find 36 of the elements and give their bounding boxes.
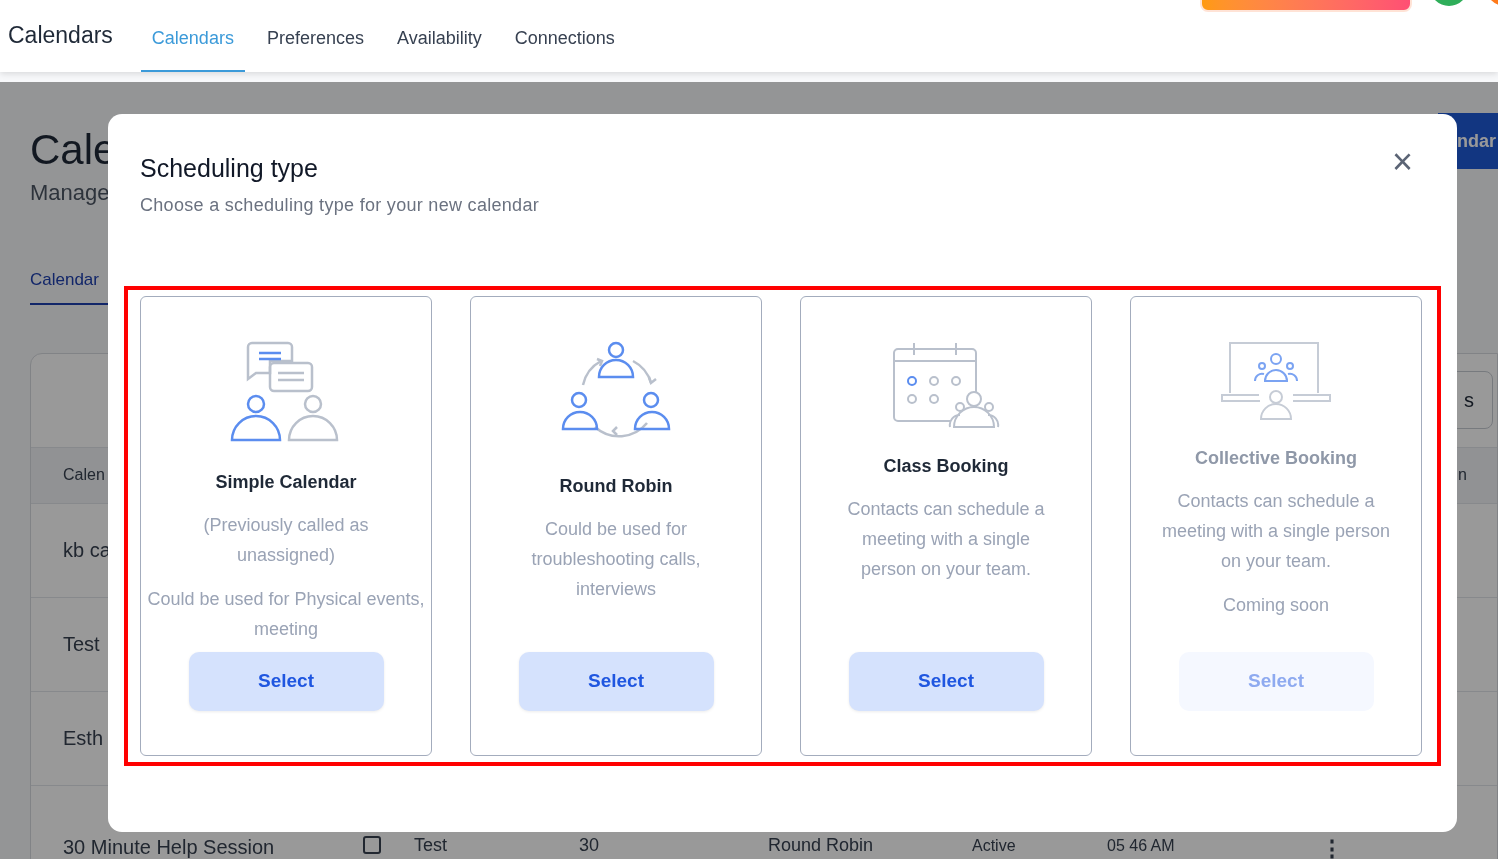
status-cell-text: Active <box>972 835 1017 856</box>
column-header: n <box>1458 465 1467 485</box>
nav-tab[interactable]: Preferences <box>255 0 375 72</box>
row-menu[interactable]: ⋮ <box>1321 831 1343 859</box>
close-button[interactable]: × <box>1391 142 1413 182</box>
select-button[interactable]: Select <box>518 651 714 711</box>
option-description: Contacts can schedule a meeting with a single person on your team. <box>1160 489 1392 573</box>
calendar-name: 30 Minute Help Session <box>63 834 276 859</box>
modal-title: Scheduling type <box>140 153 319 184</box>
option-title: Round Robin <box>559 474 673 498</box>
calendar-group-icon <box>892 340 1000 429</box>
date-cell-text: 05 46 AM <box>1107 835 1176 856</box>
select-button[interactable]: Select <box>848 651 1044 711</box>
select-button: Select <box>1178 651 1374 711</box>
option-title: Collective Booking <box>1195 446 1357 470</box>
option-description: Could be used for Physical events, meeting <box>146 587 426 641</box>
nav-tab[interactable]: Connections <box>503 0 626 72</box>
calendar-name: Esth <box>63 726 104 751</box>
page-subheading: Manage <box>30 179 111 207</box>
option-description: Coming soon <box>1221 593 1331 617</box>
option-description: Contacts can schedule a meeting with a single person on your team. <box>846 497 1046 581</box>
column-header: Calen <box>63 465 105 485</box>
group-cell-text: Test <box>414 833 448 857</box>
option-description: Could be used for troubleshooting calls, interviews <box>530 517 702 601</box>
row-checkbox[interactable] <box>363 835 381 854</box>
modal-subtitle: Choose a scheduling type for your new calendar <box>140 193 540 217</box>
duration-cell-text: 30 <box>579 833 601 857</box>
select-button[interactable]: Select <box>188 651 384 711</box>
presentation-icon <box>1221 340 1331 421</box>
nav-tab[interactable]: Availability <box>385 0 493 72</box>
option-title: Class Booking <box>883 454 1009 478</box>
page-title: Calendars <box>8 20 113 50</box>
option-description: (Previously called as unassigned) <box>202 513 370 567</box>
calendar-name: Test <box>63 632 100 657</box>
type-cell-text: Round Robin <box>768 833 875 857</box>
option-title: Simple Calendar <box>215 470 357 494</box>
